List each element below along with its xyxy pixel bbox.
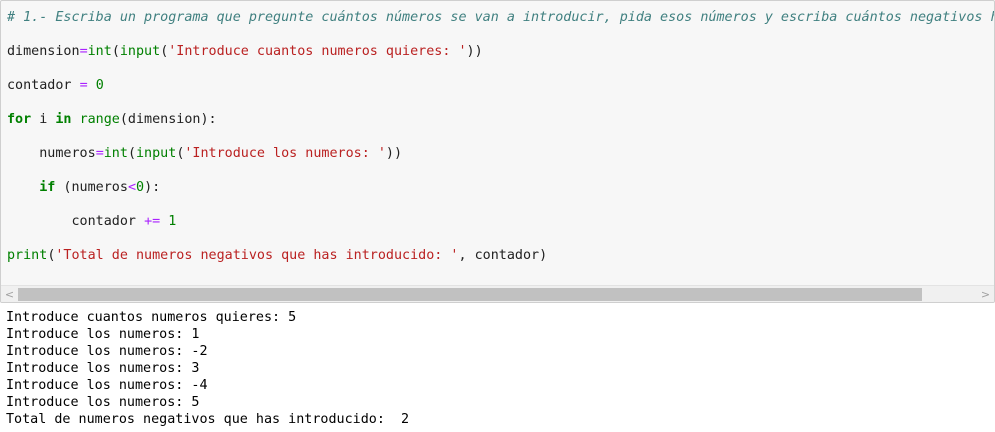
keyword-if: if	[39, 180, 56, 195]
output-line: Introduce los numeros: -4	[6, 378, 208, 393]
code-line-contador: contador = 0	[7, 76, 104, 96]
keyword-in: in	[55, 112, 72, 127]
scroll-right-icon[interactable]: >	[977, 286, 994, 302]
code-line-dimension: dimension=int(input('Introduce cuantos n…	[7, 42, 483, 62]
string-literal: 'Introduce los numeros: '	[184, 146, 386, 161]
code-line-if: if (numeros<0):	[7, 178, 160, 198]
condition-close: ):	[144, 180, 161, 195]
assign-op: =	[95, 146, 104, 161]
paren-close: ))	[385, 146, 403, 161]
var-contador: contador	[7, 78, 80, 93]
builtin-range: range	[79, 112, 120, 127]
builtin-int: int	[103, 146, 128, 161]
keyword-for: for	[7, 112, 32, 127]
less-than-op: <	[127, 180, 136, 195]
var-dimension: dimension	[7, 44, 80, 59]
scrollbar-thumb[interactable]	[18, 288, 922, 301]
output-line: Introduce cuantos numeros quieres: 5	[6, 310, 297, 325]
number-literal: 1	[168, 214, 177, 229]
var-numeros: numeros	[39, 146, 96, 161]
scroll-left-icon[interactable]: <	[1, 286, 18, 302]
comment-text: # 1.- Escriba un programa que pregunte c…	[7, 10, 994, 25]
code-line-for: for i in range(dimension):	[7, 110, 217, 130]
paren-open: (	[111, 44, 120, 59]
string-literal: 'Total de numeros negativos que has intr…	[55, 248, 459, 263]
paren-open: (	[127, 146, 136, 161]
condition-left: (numeros	[55, 180, 128, 195]
var-contador: contador	[71, 214, 145, 229]
code-editor[interactable]: # 1.- Escriba un programa que pregunte c…	[7, 1, 994, 263]
builtin-int: int	[87, 44, 112, 59]
output-line: Introduce los numeros: 5	[6, 395, 200, 410]
paren-close: ))	[466, 44, 483, 59]
print-args: , contador)	[458, 248, 548, 263]
range-args: (dimension):	[119, 112, 217, 127]
horizontal-scrollbar[interactable]: < >	[1, 285, 994, 302]
code-line-increment: contador += 1	[7, 212, 177, 232]
assign-op: =	[79, 44, 88, 59]
code-cell[interactable]: # 1.- Escriba un programa que pregunte c…	[0, 0, 995, 303]
builtin-input: input	[136, 146, 177, 161]
output-line: Introduce los numeros: 1	[6, 327, 200, 342]
output-line: Introduce los numeros: 3	[6, 361, 200, 376]
builtin-print: print	[7, 248, 48, 263]
loop-var: i	[31, 112, 56, 127]
code-comment-line: # 1.- Escriba un programa que pregunte c…	[7, 8, 994, 28]
cell-output: Introduce cuantos numeros quieres: 5 Int…	[6, 309, 986, 428]
plus-assign-op: +=	[144, 214, 161, 229]
code-line-print: print('Total de numeros negativos que ha…	[7, 246, 547, 266]
assign-op: =	[79, 78, 88, 93]
string-literal: 'Introduce cuantos numeros quieres: '	[168, 44, 467, 59]
builtin-input: input	[119, 44, 161, 59]
code-line-numeros: numeros=int(input('Introduce los numeros…	[7, 144, 402, 164]
number-literal: 0	[136, 180, 145, 195]
output-line: Total de numeros negativos que has intro…	[6, 412, 410, 427]
number-literal: 0	[95, 78, 104, 93]
output-line: Introduce los numeros: -2	[6, 344, 208, 359]
